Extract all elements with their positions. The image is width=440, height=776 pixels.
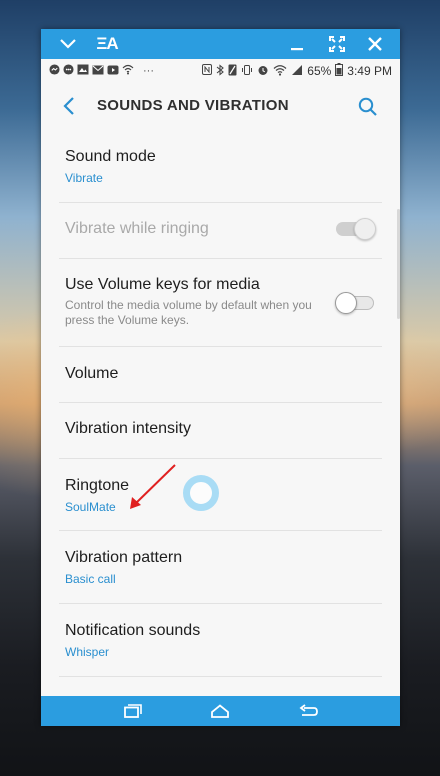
app-window: ΞA ··· 65% 3:49 PM SOUNDS AND VIBRATION … [41,29,400,726]
setting-title: Notification sounds [65,622,201,639]
wifi-signal-icon [273,64,287,79]
wifi-icon [122,64,134,78]
touch-indicator [183,475,219,511]
battery-percent: 65% [307,64,332,78]
setting-title: Vibration pattern [65,549,183,566]
setting-sound-mode[interactable]: Sound mode Vibrate [41,132,400,203]
setting-volume-keys-media[interactable]: Use Volume keys for media Control the me… [41,258,400,347]
setting-title: Sound mode [65,148,156,165]
setting-vibrate-while-ringing[interactable]: Vibrate while ringing [41,202,400,259]
setting-volume[interactable]: Volume [41,346,400,403]
more-notifications-icon: ··· [143,65,154,77]
setting-title: Volume [65,365,119,382]
setting-title: Vibration intensity [65,420,191,437]
minimize-icon[interactable] [285,29,309,59]
email-icon [92,65,104,78]
youtube-icon [107,65,119,78]
text-mode-icon[interactable]: ΞA [92,29,122,59]
setting-value: Whisper [65,645,110,659]
chevron-down-icon[interactable] [55,29,81,59]
setting-title: Use Volume keys for media [65,276,260,293]
toggle-thumb [354,218,376,240]
status-right: 65% 3:49 PM [202,59,392,83]
cell-signal-icon [291,64,303,79]
setting-vibration-pattern[interactable]: Vibration pattern Basic call [41,530,400,604]
chat-icon [63,64,74,78]
maximize-icon[interactable] [324,29,350,59]
settings-list: Sound mode Vibrate Vibrate while ringing… [41,132,400,677]
annotation-arrow-icon [130,464,176,509]
recent-apps-icon[interactable] [120,699,146,723]
back-icon[interactable] [295,699,321,723]
setting-value: Basic call [65,572,116,586]
page-title: SOUNDS AND VIBRATION [97,97,289,114]
gallery-icon [77,64,89,78]
window-titlebar: ΞA [41,29,400,59]
search-icon[interactable] [356,95,380,119]
setting-title: Vibrate while ringing [65,220,209,237]
notification-icons: ··· [49,64,154,78]
status-bar: ··· 65% 3:49 PM [41,59,400,83]
close-icon[interactable] [362,29,388,59]
divider [59,676,382,677]
alarm-icon [257,64,269,79]
vibrate-while-ringing-toggle[interactable] [336,218,376,240]
clock: 3:49 PM [347,64,392,78]
home-icon[interactable] [207,699,233,723]
navigation-bar [41,696,400,726]
app-bar: SOUNDS AND VIBRATION [41,83,400,129]
no-sim-icon [228,64,237,79]
setting-notification-sounds[interactable]: Notification sounds Whisper [41,603,400,677]
setting-value: SoulMate [65,500,116,514]
setting-description: Control the media volume by default when… [65,298,312,327]
bluetooth-icon [216,63,225,79]
setting-value: Vibrate [65,171,103,185]
battery-icon [335,63,344,79]
nfc-icon [202,64,213,78]
volume-keys-media-toggle[interactable] [335,292,374,314]
back-arrow-icon[interactable] [57,93,81,119]
toggle-thumb [335,292,357,314]
vibrate-icon [241,64,253,79]
messenger-icon [49,64,60,78]
setting-ringtone[interactable]: Ringtone SoulMate [41,458,400,531]
setting-title: Ringtone [65,477,130,494]
setting-vibration-intensity[interactable]: Vibration intensity [41,402,400,459]
